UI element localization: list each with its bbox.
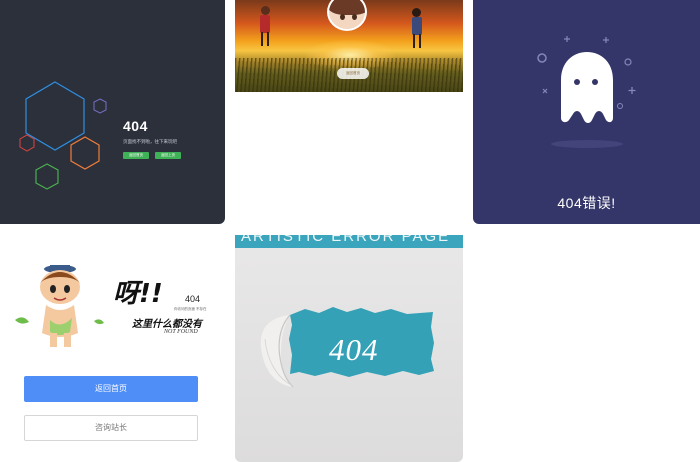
error-code: 404: [329, 332, 379, 367]
curled-paper-edge: [260, 315, 293, 387]
home-button[interactable]: 返回首页: [123, 152, 149, 159]
anime-avatar: [327, 0, 367, 31]
ghost-illustration: [537, 36, 636, 148]
ghost-icon: [561, 52, 613, 123]
error-subtext: 你访问的页面 不存在: [174, 307, 207, 311]
ghost-eye: [574, 79, 580, 85]
hexagon-decoration: [19, 81, 107, 190]
error-code: 404: [123, 118, 148, 134]
error-title: 404错误!: [557, 195, 616, 211]
green-hexagon: [35, 163, 59, 190]
small-purple-hexagon: [93, 98, 107, 114]
dark-hexagon-404-card[interactable]: 404 页面找不到啦，往下来玩吧 返回首页 返回上页: [0, 0, 225, 224]
home-button[interactable]: 返回首页: [337, 68, 369, 79]
torn-paper-404-card[interactable]: ARTISTIC ERROR PAGE 404: [235, 235, 463, 462]
error-code: 404: [185, 294, 201, 304]
back-button[interactable]: 返回上页: [155, 152, 181, 159]
cartoon-boy-illustration: [15, 265, 104, 347]
plus-decoration: [564, 36, 570, 42]
nothing-here-text: 这里什么都没有: [132, 319, 202, 330]
large-blue-hexagon: [25, 81, 85, 151]
running-girl-figure: [259, 6, 271, 46]
small-red-hexagon: [19, 134, 35, 152]
orange-hexagon: [70, 136, 100, 170]
home-button[interactable]: 返回首页: [24, 376, 198, 402]
exclaim-text: 呀!!: [113, 279, 163, 309]
anime-sunset-404-card[interactable]: 返回首页: [235, 0, 463, 92]
contact-admin-button[interactable]: 咨询站长: [24, 415, 198, 441]
leaf-icon: [94, 319, 104, 325]
ghost-shadow: [551, 140, 623, 148]
ghost-404-card[interactable]: 404错误!: [473, 0, 700, 224]
ring-decoration: [624, 58, 632, 66]
error-page-gallery: 404 页面找不到啦，往下来玩吧 返回首页 返回上页 返回首页 404错误! 呀…: [0, 0, 700, 462]
ring-decoration: [617, 103, 623, 109]
running-boy-figure: [411, 8, 423, 48]
plus-decoration: [628, 87, 636, 94]
x-decoration: [542, 88, 548, 94]
error-description: 页面找不到啦，往下来玩吧: [123, 139, 177, 144]
ghost-eye: [592, 79, 598, 85]
leaf-icon: [15, 317, 29, 324]
not-found-text: NOT FOUND: [164, 329, 198, 335]
cartoon-boy-404-card[interactable]: 呀!! 404 你访问的页面 不存在 这里什么都没有 NOT FOUND 返回首…: [0, 235, 225, 462]
ring-decoration: [537, 53, 547, 63]
plus-decoration: [603, 37, 609, 43]
